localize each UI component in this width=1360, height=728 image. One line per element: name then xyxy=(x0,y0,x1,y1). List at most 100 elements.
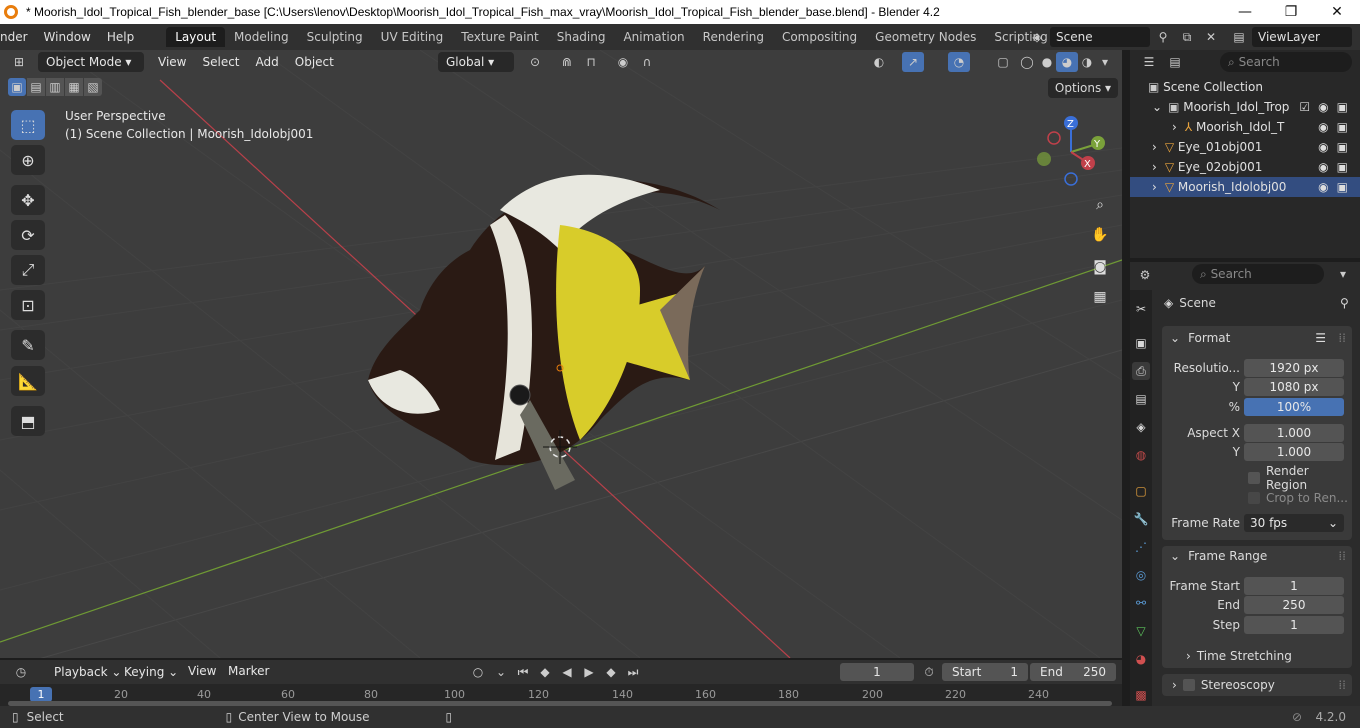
eye-icon[interactable]: ◉ xyxy=(1318,100,1328,114)
snap-target-icon[interactable]: ⊓ xyxy=(580,52,602,72)
frame-rate-dropdown[interactable]: 30 fps ⌄ xyxy=(1244,514,1344,532)
add-cube-tool[interactable]: ⬒ xyxy=(11,406,45,436)
aspect-x-field[interactable]: 1.000 xyxy=(1244,424,1344,442)
pan-hand-icon[interactable]: ✋ xyxy=(1087,222,1113,248)
tab-layout[interactable]: Layout xyxy=(166,27,226,47)
tab-texture-paint[interactable]: Texture Paint xyxy=(452,27,547,47)
menu-help[interactable]: Help xyxy=(99,30,142,44)
solid-shading-icon[interactable]: ● xyxy=(1036,52,1058,72)
particles-tab-icon[interactable]: ⋰ xyxy=(1132,538,1150,556)
drag-handle-icon[interactable]: ⁞⁞ xyxy=(1338,549,1346,563)
constraints-tab-icon[interactable]: ⚯ xyxy=(1132,594,1150,612)
outliner-search-input[interactable]: ⌕ Search xyxy=(1220,52,1352,72)
outliner-editor-type-icon[interactable]: ☰ xyxy=(1138,52,1160,72)
xray-icon[interactable]: ▢ xyxy=(992,52,1014,72)
zoom-icon[interactable]: ⌕ xyxy=(1087,192,1113,218)
crop-checkbox[interactable] xyxy=(1248,492,1260,504)
render-region-checkbox[interactable] xyxy=(1248,472,1260,484)
select-subtract-icon[interactable]: ▥ xyxy=(46,78,64,96)
tab-compositing[interactable]: Compositing xyxy=(773,27,866,47)
texture-tab-icon[interactable]: ▩ xyxy=(1132,686,1150,704)
frame-step-field[interactable]: 1 xyxy=(1244,616,1344,634)
play-reverse-icon[interactable]: ◀ xyxy=(556,662,578,682)
properties-editor-type-icon[interactable]: ⚙ xyxy=(1134,265,1156,285)
resolution-y-field[interactable]: 1080 px xyxy=(1244,378,1344,396)
drag-handle-icon[interactable]: ⁞⁞ xyxy=(1338,678,1346,692)
time-stretching-row[interactable]: › Time Stretching xyxy=(1162,646,1352,666)
camera-view-icon[interactable]: ◙ xyxy=(1087,254,1113,280)
editor-type-icon[interactable]: ⊞ xyxy=(8,52,30,72)
outliner-row-collection[interactable]: ⌄ ▣ Moorish_Idol_Trop ☑ ◉ ▣ xyxy=(1130,97,1360,117)
options-dropdown[interactable]: Options ▾ xyxy=(1048,78,1118,98)
ortho-grid-icon[interactable]: ▦ xyxy=(1087,284,1113,310)
next-keyframe-icon[interactable]: ◆ xyxy=(600,662,622,682)
view-layer-icon[interactable]: ▤ xyxy=(1228,27,1250,47)
tab-geometry-nodes[interactable]: Geometry Nodes xyxy=(866,27,985,47)
view-layer-tab-icon[interactable]: ▤ xyxy=(1132,390,1150,408)
tab-shading[interactable]: Shading xyxy=(548,27,615,47)
resolution-pct-field[interactable]: 100% xyxy=(1244,398,1344,416)
eye-icon[interactable]: ◉ xyxy=(1318,160,1328,174)
transform-tool[interactable]: ⊡ xyxy=(11,290,45,320)
camera-icon[interactable]: ▣ xyxy=(1337,180,1348,194)
minimize-button[interactable]: — xyxy=(1222,0,1268,24)
jump-start-icon[interactable]: ⏮ xyxy=(512,662,534,682)
select-invert-icon[interactable]: ▦ xyxy=(65,78,83,96)
drag-handle-icon[interactable]: ⁞⁞ xyxy=(1338,331,1346,345)
material-tab-icon[interactable]: ◕ xyxy=(1132,650,1150,668)
properties-options-icon[interactable]: ▾ xyxy=(1332,264,1354,284)
gizmo-toggle-icon[interactable]: ↗ xyxy=(902,52,924,72)
overlay-toggle-icon[interactable]: ◔ xyxy=(948,52,970,72)
physics-tab-icon[interactable]: ◎ xyxy=(1132,566,1150,584)
tool-tab-icon[interactable]: ✂ xyxy=(1132,300,1150,318)
play-icon[interactable]: ▶ xyxy=(578,662,600,682)
outliner-display-mode-icon[interactable]: ▤ xyxy=(1164,52,1186,72)
frame-end-field[interactable]: 250 xyxy=(1244,596,1344,614)
crop-row[interactable]: Crop to Ren... xyxy=(1162,488,1352,508)
record-icon[interactable]: ○ xyxy=(467,662,489,682)
maximize-button[interactable]: ❐ xyxy=(1268,0,1314,24)
eye-icon[interactable]: ◉ xyxy=(1318,140,1328,154)
start-frame-field[interactable]: Start 1 xyxy=(942,663,1028,681)
end-frame-field[interactable]: End 250 xyxy=(1030,663,1116,681)
outliner-row-fish-mesh[interactable]: › ▽ Moorish_Idolobj00 ◉ ▣ xyxy=(1130,177,1360,197)
menu-render[interactable]: nder xyxy=(0,30,36,44)
camera-icon[interactable]: ▣ xyxy=(1337,160,1348,174)
aspect-y-field[interactable]: 1.000 xyxy=(1244,443,1344,461)
shading-options-icon[interactable]: ▾ xyxy=(1094,52,1116,72)
move-tool[interactable]: ✥ xyxy=(11,185,45,215)
pin-icon[interactable]: ⚲ xyxy=(1152,27,1174,47)
material-shading-icon[interactable]: ◕ xyxy=(1056,52,1078,72)
object-tab-icon[interactable]: ▢ xyxy=(1132,482,1150,500)
stopwatch-icon[interactable]: ⏱ xyxy=(918,662,940,682)
new-scene-icon[interactable]: ⧉ xyxy=(1176,27,1198,47)
menu-object[interactable]: Object xyxy=(287,55,342,69)
eye-icon[interactable]: ◉ xyxy=(1318,180,1328,194)
output-tab-icon[interactable]: ⎙ xyxy=(1132,362,1150,380)
menu-add[interactable]: Add xyxy=(248,55,287,69)
close-button[interactable]: ✕ xyxy=(1314,0,1360,24)
proportional-edit-icon[interactable]: ◉ xyxy=(612,52,634,72)
outliner-row-eye-02[interactable]: › ▽ Eye_02obj001 ◉ ▣ xyxy=(1130,157,1360,177)
rotate-tool[interactable]: ⟳ xyxy=(11,220,45,250)
stereoscopy-panel[interactable]: › Stereoscopy ⁞⁞ xyxy=(1162,674,1352,696)
timeline-editor-type-icon[interactable]: ◷ xyxy=(10,662,32,682)
frame-start-field[interactable]: 1 xyxy=(1244,577,1344,595)
wireframe-shading-icon[interactable]: ◯ xyxy=(1016,52,1038,72)
checkbox-icon[interactable]: ☑ xyxy=(1299,100,1310,114)
tab-rendering[interactable]: Rendering xyxy=(694,27,773,47)
select-extend-icon[interactable]: ▤ xyxy=(27,78,45,96)
scene-icon[interactable]: ◈ xyxy=(1026,27,1048,47)
jump-end-icon[interactable]: ⏭ xyxy=(622,662,644,682)
camera-icon[interactable]: ▣ xyxy=(1337,100,1348,114)
transform-orientation-dropdown[interactable]: Global ▾ xyxy=(438,52,514,72)
tab-sculpting[interactable]: Sculpting xyxy=(298,27,372,47)
outliner-row-empty[interactable]: › ⅄ Moorish_Idol_T ◉ ▣ xyxy=(1130,117,1360,137)
tab-animation[interactable]: Animation xyxy=(614,27,693,47)
prev-keyframe-icon[interactable]: ◆ xyxy=(534,662,556,682)
menu-view[interactable]: View xyxy=(150,55,194,69)
properties-search-input[interactable]: ⌕ Search xyxy=(1192,264,1324,284)
annotate-tool[interactable]: ✎ xyxy=(11,330,45,360)
remove-scene-icon[interactable]: ✕ xyxy=(1200,27,1222,47)
keying-menu[interactable]: Keying ⌄ xyxy=(116,662,186,682)
